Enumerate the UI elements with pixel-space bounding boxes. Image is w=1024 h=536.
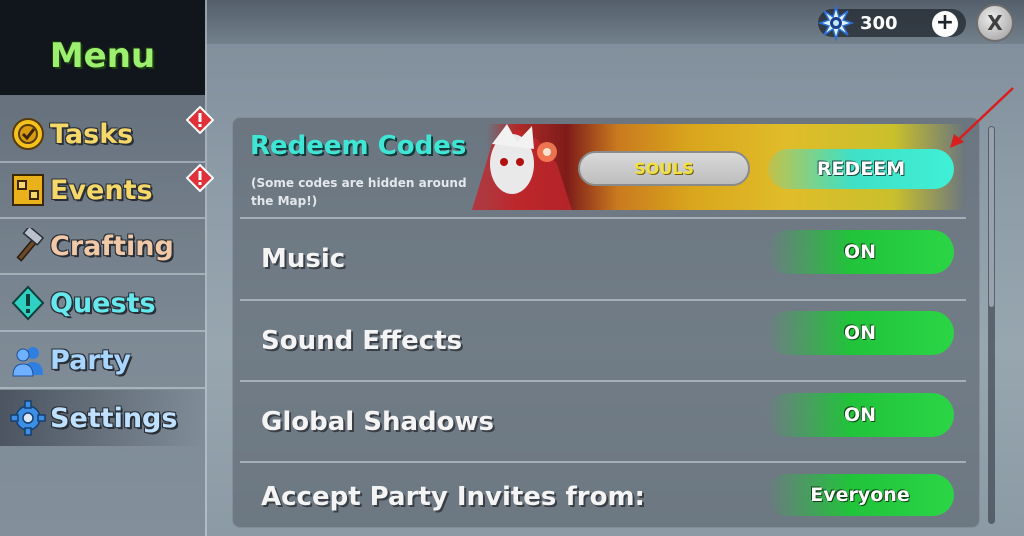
quests-icon <box>11 285 45 321</box>
sidebar-item-party[interactable]: Party <box>0 333 205 389</box>
sidebar-item-events[interactable]: Events <box>0 163 205 219</box>
setting-label: Music <box>261 244 346 274</box>
gear-icon <box>10 400 46 436</box>
sidebar-item-label: Settings <box>50 402 178 434</box>
music-toggle[interactable]: ON <box>766 230 954 274</box>
souls-count: 300 <box>860 12 898 34</box>
sidebar-item-label: Events <box>50 174 153 206</box>
party-icon <box>12 347 43 377</box>
scrollbar-thumb[interactable] <box>989 127 994 307</box>
setting-row-party-invites: Accept Party Invites from: Everyone <box>240 461 966 528</box>
sidebar-item-label: Party <box>50 344 132 376</box>
setting-row-global-shadows: Global Shadows ON <box>240 380 966 460</box>
events-icon <box>12 174 44 206</box>
souls-currency-icon <box>818 5 854 41</box>
menu-title: Menu <box>49 36 156 76</box>
setting-label: Accept Party Invites from: <box>261 482 645 512</box>
sidebar-item-crafting[interactable]: Crafting <box>0 219 205 275</box>
setting-label: Global Shadows <box>261 407 494 437</box>
sidebar-item-tasks[interactable]: Tasks <box>0 107 205 163</box>
hammer-icon <box>16 228 45 262</box>
redeem-codes-hint: (Some codes are hidden around the Map!) <box>251 176 467 208</box>
redeem-button[interactable]: REDEEM <box>768 149 954 189</box>
sidebar-item-quests[interactable]: Quests <box>0 276 205 332</box>
tasks-alert-icon <box>186 106 214 134</box>
setting-row-sound-effects: Sound Effects ON <box>240 299 966 379</box>
setting-row-music: Music ON <box>240 217 966 297</box>
events-alert-icon <box>186 164 214 192</box>
redeem-codes-title: Redeem Codes <box>250 131 467 161</box>
sidebar-item-label: Crafting <box>50 230 174 262</box>
red-arrow-annotation-icon <box>950 87 1014 148</box>
menu-header: Menu <box>0 0 205 95</box>
global-shadows-toggle[interactable]: ON <box>766 393 954 437</box>
add-souls-button[interactable]: + <box>932 11 958 37</box>
tasks-icon <box>12 118 44 150</box>
setting-label: Sound Effects <box>261 326 463 356</box>
sidebar-item-settings[interactable]: Settings <box>0 390 205 446</box>
sound-effects-toggle[interactable]: ON <box>766 311 954 355</box>
sidebar-item-label: Tasks <box>50 118 134 150</box>
close-button[interactable]: X <box>976 4 1014 42</box>
code-input-field[interactable]: SOULS <box>578 151 750 186</box>
party-invites-selector[interactable]: Everyone <box>766 474 954 516</box>
sidebar: Menu Tasks Events Crafting Quests Party … <box>0 0 207 536</box>
sidebar-item-label: Quests <box>50 287 156 319</box>
